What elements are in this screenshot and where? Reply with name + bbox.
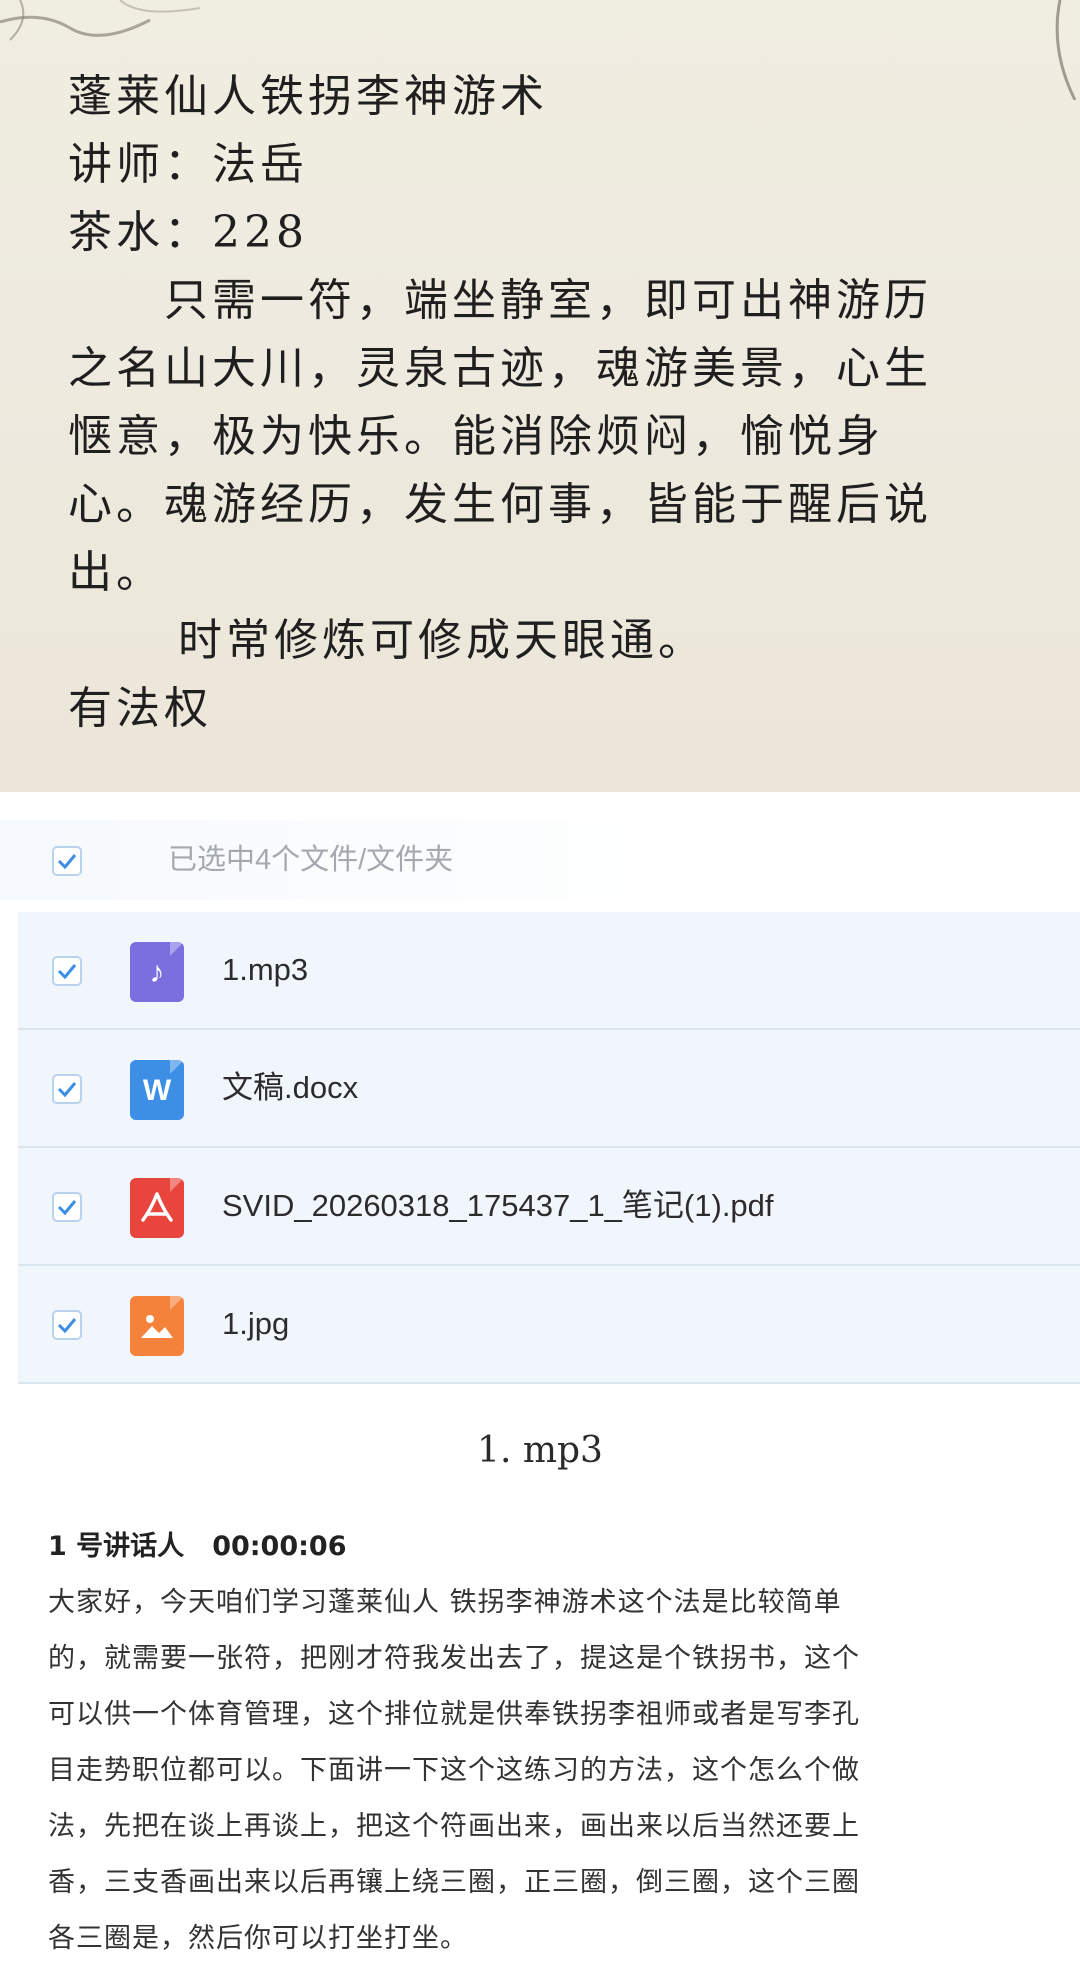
speaker-timestamp: 00:00:06 — [212, 1531, 347, 1562]
poster-fee: 茶水：228 — [68, 207, 308, 258]
poster-body-line: 惬意，极为快乐。能消除烦闷，愉悦身 — [68, 411, 884, 462]
poster-title: 蓬莱仙人铁拐李神游术 — [68, 71, 548, 122]
poster-body-line: 只需一符，端坐静室，即可出神游历 — [68, 275, 932, 326]
pdf-file-icon — [130, 1178, 184, 1238]
transcript-line: 可以供一个体育管理，这个排位就是供奉铁拐李祖师或者是写李孔 — [48, 1699, 860, 1730]
file-row[interactable]: W 文稿.docx — [18, 1030, 1080, 1148]
file-name[interactable]: 1.jpg — [222, 1298, 289, 1350]
checkmark-icon — [57, 1200, 77, 1216]
checkmark-icon — [57, 1318, 77, 1334]
file-row[interactable]: 1.jpg — [18, 1266, 1080, 1384]
file-list-panel: 已选中4个文件/文件夹 ♪ 1.mp3 W 文稿.docx SVID_20260… — [0, 792, 1080, 1392]
file-name[interactable]: SVID_20260318_175437_1_笔记(1).pdf — [222, 1180, 774, 1232]
transcript-line: 香，三支香画出来以后再镶上绕三圈，正三圈，倒三圈，这个三圈 — [48, 1867, 860, 1898]
poster-body-line: 心。魂游经历，发生何事，皆能于醒后说 — [68, 479, 932, 530]
selection-header: 已选中4个文件/文件夹 — [0, 820, 1080, 900]
file-checkbox[interactable] — [52, 1074, 82, 1104]
file-name[interactable]: 1.mp3 — [222, 944, 308, 996]
poster-practice-line: 时常修炼可修成天眼通。 — [82, 615, 706, 666]
select-all-checkbox[interactable] — [52, 846, 82, 876]
transcript-line: 法，先把在谈上再谈上，把这个符画出来，画出来以后当然还要上 — [48, 1811, 860, 1842]
file-checkbox[interactable] — [52, 956, 82, 986]
file-name[interactable]: 文稿.docx — [222, 1062, 358, 1114]
poster-image: 蓬莱仙人铁拐李神游术 讲师：法岳 茶水：228 只需一符，端坐静室，即可出神游历… — [0, 0, 1080, 792]
word-file-icon: W — [130, 1060, 184, 1120]
file-row[interactable]: SVID_20260318_175437_1_笔记(1).pdf — [18, 1148, 1080, 1266]
checkmark-icon — [57, 964, 77, 980]
transcript-line: 大家好，今天咱们学习蓬莱仙人 铁拐李神游术这个法是比较简单 — [48, 1587, 842, 1618]
pdf-glyph-icon — [141, 1192, 173, 1222]
poster-lecturer: 讲师：法岳 — [68, 139, 308, 190]
file-checkbox[interactable] — [52, 1310, 82, 1340]
image-glyph-icon — [141, 1315, 173, 1338]
transcript-document: 1. mp3 1 号讲话人 00:00:06 大家好，今天咱们学习蓬莱仙人 铁拐李… — [0, 1392, 1080, 1984]
music-file-icon: ♪ — [130, 942, 184, 1002]
checkmark-icon — [57, 1082, 77, 1098]
poster-body-line: 之名山大川，灵泉古迹，魂游美景，心生 — [68, 343, 932, 394]
speaker-name: 1 号讲话人 — [48, 1531, 185, 1562]
file-checkbox[interactable] — [52, 1192, 82, 1222]
poster-rights: 有法权 — [68, 683, 212, 734]
checkmark-icon — [57, 854, 77, 870]
image-file-icon — [130, 1296, 184, 1356]
file-row[interactable]: ♪ 1.mp3 — [18, 912, 1080, 1030]
transcript-line: 目走势职位都可以。下面讲一下这个这练习的方法，这个怎么个做 — [48, 1755, 860, 1786]
transcript-line: 的，就需要一张符，把刚才符我发出去了，提这是个铁拐书，这个 — [48, 1643, 860, 1674]
transcript-title: 1. mp3 — [477, 1430, 603, 1471]
ink-branch-decoration — [0, 0, 201, 41]
transcript-line: 各三圈是，然后你可以打坐打坐。 — [48, 1923, 468, 1954]
selection-count-text: 已选中4个文件/文件夹 — [168, 844, 454, 876]
speaker-line: 1 号讲话人 00:00:06 — [48, 1524, 347, 1563]
poster-body-line: 出。 — [68, 547, 164, 598]
